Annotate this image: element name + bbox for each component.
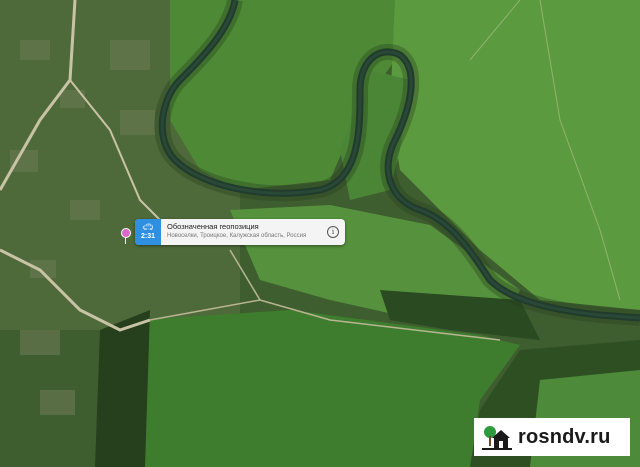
location-pin-icon[interactable]: [121, 228, 131, 238]
callout-address: Новоселки, Троицкое, Калужская область, …: [167, 233, 307, 239]
travel-time: 2:31: [140, 233, 155, 240]
house-tree-icon: [482, 422, 512, 452]
watermark: rosndv.ru: [474, 418, 630, 456]
callout-text: Обозначенная геопозиция Новоселки, Троиц…: [161, 219, 327, 245]
callout-title: Обозначенная геопозиция: [167, 222, 259, 231]
car-icon: 🚗︎: [142, 222, 154, 232]
travel-time-badge[interactable]: 🚗︎ 2:31: [135, 219, 161, 245]
satellite-map[interactable]: 🚗︎ 2:31 Обозначенная геопозиция Новоселк…: [0, 0, 640, 467]
forest-strip: [95, 310, 150, 467]
location-callout[interactable]: 🚗︎ 2:31 Обозначенная геопозиция Новоселк…: [135, 219, 345, 245]
pin-stem: [125, 237, 126, 244]
watermark-text: rosndv.ru: [518, 425, 611, 448]
field-south: [140, 310, 520, 467]
info-icon[interactable]: i: [327, 226, 339, 238]
